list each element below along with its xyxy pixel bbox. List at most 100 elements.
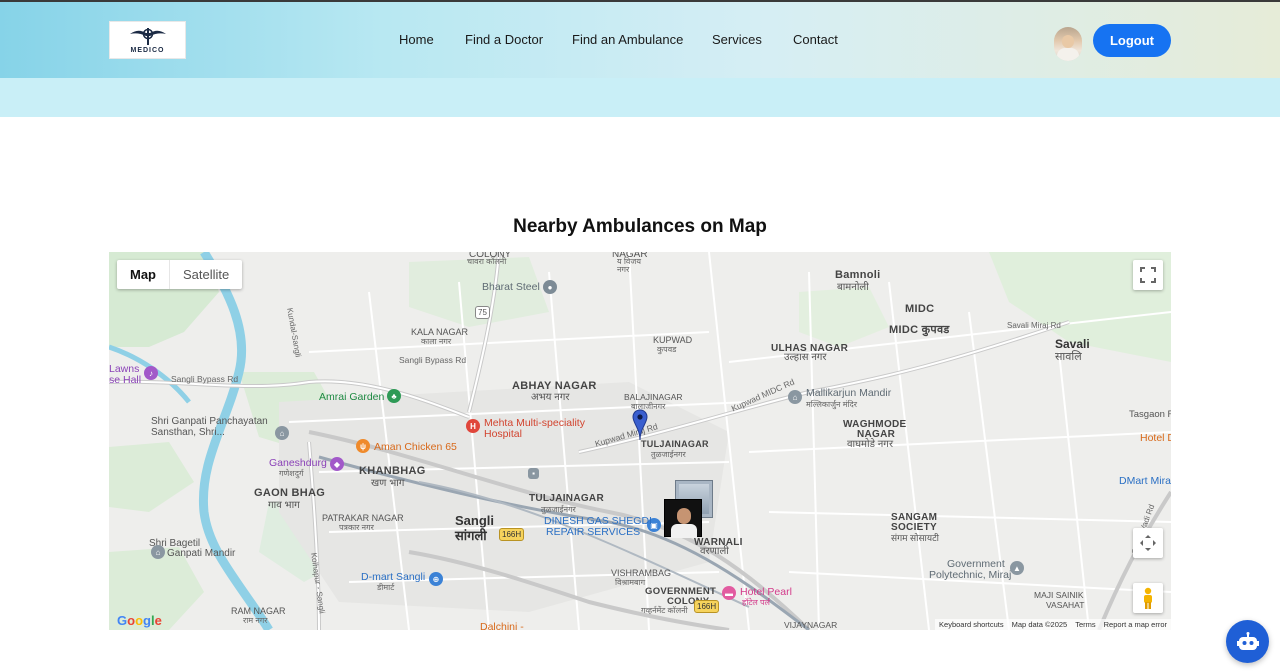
robot-icon xyxy=(1236,631,1259,650)
map-label: MIDC xyxy=(905,303,935,315)
map-label: वाघमोडे नगर xyxy=(847,439,894,450)
map-label: REPAIR SERVICES xyxy=(546,526,641,538)
map-label: Sangli Bypass Rd xyxy=(171,374,239,384)
chatbot-button[interactable] xyxy=(1226,620,1269,663)
map-label: TULJAINAGAR xyxy=(529,493,604,504)
map-label: Savali Miraj Rd xyxy=(1007,321,1061,330)
google-logo: Google xyxy=(117,613,162,628)
nav-home[interactable]: Home xyxy=(399,32,434,47)
avatar[interactable] xyxy=(1054,27,1082,61)
park-pin-icon: ♣ xyxy=(387,389,401,403)
restaurant-pin-icon: ψ xyxy=(356,439,370,453)
map-label: विश्रामबाग xyxy=(615,578,646,587)
map-label: नगर xyxy=(617,265,630,274)
map-label: तुळजाईनगर xyxy=(651,450,686,459)
venue-pin-icon: ♪ xyxy=(144,366,158,380)
map-label: Savali xyxy=(1055,337,1090,351)
map-label: हॉटेल पर्ल xyxy=(742,598,770,607)
hospital-pin-icon: H xyxy=(466,419,480,433)
map-label: Polytechnic, Miraj xyxy=(929,569,1012,581)
route-shield: 166H xyxy=(694,600,720,613)
map-label: उल्हास नगर xyxy=(784,352,827,363)
map-label: Sangli Bypass Rd xyxy=(399,355,467,365)
map-label: Tasgaon R xyxy=(1129,409,1171,420)
map-label: Shri Ganpati Panchayatan xyxy=(151,416,268,427)
map-label: VIJAYNAGAR xyxy=(784,620,838,630)
map-label: Bamnoli xyxy=(835,269,881,281)
map-label: कुपवड xyxy=(657,345,677,354)
map-label: Mallikarjun Mandir xyxy=(806,387,892,399)
school-pin-icon: ▲ xyxy=(1010,561,1024,575)
map-label: Amrai Garden xyxy=(319,391,385,403)
map-label: KHANBHAG xyxy=(359,465,426,477)
nav-services[interactable]: Services xyxy=(712,32,762,47)
map-label: डीमार्ट xyxy=(377,583,395,592)
map-label: Hospital xyxy=(484,428,522,440)
main-nav: Home Find a Doctor Find an Ambulance Ser… xyxy=(0,32,1280,50)
map-label: SOCIETY xyxy=(891,522,937,533)
map-label: DMart Mira xyxy=(1119,475,1171,487)
map-label: चावरा कॉलनी xyxy=(467,257,507,266)
map-label: गणेशदुर्ग xyxy=(279,469,304,478)
map-data-text: Map data ©2025 xyxy=(1011,620,1068,629)
fullscreen-icon xyxy=(1140,267,1156,283)
map-type-control: Map Satellite xyxy=(117,260,243,289)
nav-find-doctor[interactable]: Find a Doctor xyxy=(465,32,543,47)
map-label: Ganpati Mandir xyxy=(167,548,236,559)
temple-pin-icon: ⌂ xyxy=(275,426,289,440)
route-shield: 166H xyxy=(499,528,525,541)
logout-button[interactable]: Logout xyxy=(1093,24,1171,57)
shopping-pin-icon: ⊕ xyxy=(429,572,443,586)
map-label: Aman Chicken 65 xyxy=(374,441,457,453)
temple-pin-icon: ⌂ xyxy=(151,545,165,559)
fullscreen-button[interactable] xyxy=(1133,260,1163,290)
section-title: Nearby Ambulances on Map xyxy=(513,216,767,237)
map-label: ABHAY NAGAR xyxy=(512,380,597,392)
temple-pin-icon: ⌂ xyxy=(788,390,802,404)
map-label: बामनोली xyxy=(837,282,869,293)
map-label: काला नगर xyxy=(421,337,452,346)
map-label: GAON BHAG xyxy=(254,487,326,499)
nav-find-ambulance[interactable]: Find an Ambulance xyxy=(572,32,683,47)
map-label: मल्लिकार्जुन मंदिर xyxy=(806,400,858,409)
map-label: MIDC कुपवड xyxy=(889,324,950,336)
camera-move-icon xyxy=(1140,535,1156,551)
camera-control-button[interactable] xyxy=(1133,528,1163,558)
bus-stop-icon: ▪ xyxy=(528,468,539,479)
nav-contact[interactable]: Contact xyxy=(793,32,838,47)
map-label: वरणाली xyxy=(700,546,729,557)
map-label: Dalchini - xyxy=(480,621,524,631)
map-label: खण भाग xyxy=(371,478,405,489)
map-label: VASAHAT xyxy=(1046,600,1085,610)
map-attribution: Keyboard shortcuts Map data ©2025 Terms … xyxy=(935,619,1171,630)
street-view-button[interactable] xyxy=(1133,583,1163,613)
ambulance-marker[interactable] xyxy=(664,499,702,538)
fort-pin-icon: ◆ xyxy=(330,457,344,471)
location-marker-icon[interactable] xyxy=(632,409,648,441)
map-label: सांगली xyxy=(455,528,487,543)
map-label: Hotel D xyxy=(1140,432,1171,444)
map-label: राम नगर xyxy=(243,616,268,625)
map-label: पत्रकार नगर xyxy=(339,523,374,532)
map-label: संगम सोसायटी xyxy=(891,533,939,543)
map-label: Sangli xyxy=(455,513,495,528)
report-error-link[interactable]: Report a map error xyxy=(1100,619,1171,630)
header-subband xyxy=(0,78,1280,117)
map-label: सावलि xyxy=(1055,351,1082,363)
pegman-icon xyxy=(1144,587,1152,609)
map-type-map-button[interactable]: Map xyxy=(117,260,170,289)
map-label: गाव भाग xyxy=(268,500,300,511)
hotel-pin-icon: ▬ xyxy=(722,586,736,600)
map-label: तुळजाईनगर xyxy=(541,505,576,514)
map-type-satellite-button[interactable]: Satellite xyxy=(170,260,242,289)
map-label: अभय नगर xyxy=(531,392,570,403)
poi-pin-icon: ● xyxy=(543,280,557,294)
keyboard-shortcuts-link[interactable]: Keyboard shortcuts xyxy=(935,619,1008,630)
ambulance-map[interactable]: COLONY चावरा कॉलनी NAGAR य विजय नगर ● Bh… xyxy=(109,252,1171,630)
map-label: गव्हर्नमेंट कॉलनी xyxy=(641,606,688,615)
map-label: Bharat Steel xyxy=(482,281,540,293)
route-shield: 75 xyxy=(475,306,490,319)
map-label: se Hall xyxy=(109,374,142,386)
terms-link[interactable]: Terms xyxy=(1071,619,1099,630)
map-label: Sansthan, Shri... xyxy=(151,427,225,438)
